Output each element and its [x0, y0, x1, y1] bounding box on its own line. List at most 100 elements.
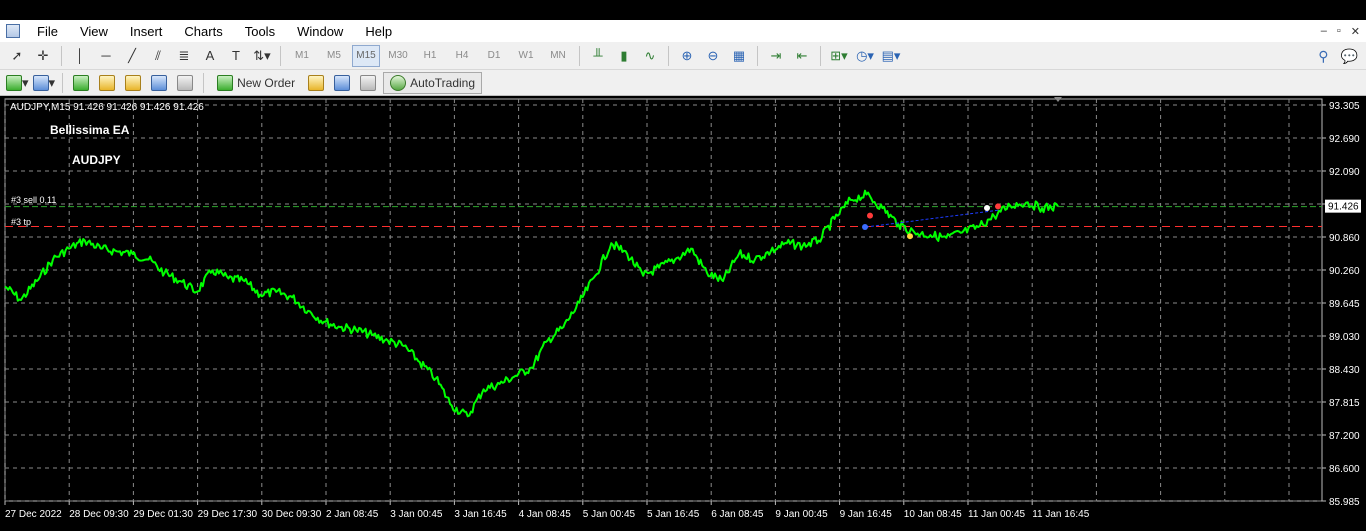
- x-tick-label: 9 Jan 16:45: [840, 509, 893, 520]
- auto-scroll-icon[interactable]: ⇥: [765, 45, 787, 67]
- crosshair-icon[interactable]: ✛: [32, 45, 54, 67]
- y-tick-label: 90.260: [1329, 266, 1360, 277]
- templates-dropdown-icon[interactable]: ▤▾: [880, 45, 902, 67]
- order-marker[interactable]: [984, 205, 990, 212]
- strategy-tester-icon[interactable]: [174, 72, 196, 94]
- chart-shift-icon[interactable]: ⇤: [791, 45, 813, 67]
- candlestick-icon[interactable]: ▮: [613, 45, 635, 67]
- toolbar-separator: [203, 72, 205, 93]
- menu-insert[interactable]: Insert: [119, 24, 174, 39]
- y-tick-label: 87.815: [1329, 398, 1360, 409]
- toolbar-separator: [820, 45, 821, 66]
- fibonacci-icon[interactable]: ≣: [173, 45, 195, 67]
- restore-button[interactable]: ▫: [1337, 25, 1341, 37]
- text-label-icon[interactable]: T: [225, 45, 247, 67]
- new-order-button[interactable]: New Order: [211, 72, 301, 94]
- y-tick-label: 88.430: [1329, 365, 1360, 376]
- x-tick-label: 2 Jan 08:45: [326, 509, 379, 520]
- x-tick-label: 27 Dec 2022: [5, 509, 62, 520]
- price-chart[interactable]: 93.30592.69092.09091.47590.86090.26089.6…: [0, 97, 1366, 526]
- market-watch-icon[interactable]: [70, 72, 92, 94]
- text-icon[interactable]: A: [199, 45, 221, 67]
- metaeditor-icon[interactable]: [305, 72, 327, 94]
- arrows-dropdown-icon[interactable]: ⇅▾: [251, 45, 273, 67]
- new-order-icon: [217, 74, 234, 91]
- period-h1[interactable]: H1: [416, 45, 444, 67]
- toolbar-right-icons: ⚲ 💬: [1318, 42, 1358, 70]
- close-marker[interactable]: [907, 233, 913, 240]
- signals-icon[interactable]: [331, 72, 353, 94]
- menu-bar: File View Insert Charts Tools Window Hel…: [0, 20, 1366, 42]
- horizontal-line-icon[interactable]: ─: [95, 45, 117, 67]
- cursor-arrow-icon[interactable]: ➚: [6, 45, 28, 67]
- period-m1[interactable]: M1: [288, 45, 316, 67]
- menu-tools[interactable]: Tools: [234, 24, 286, 39]
- x-tick-label: 5 Jan 16:45: [647, 509, 700, 520]
- navigator-icon[interactable]: [122, 72, 144, 94]
- toolbar-separator: [280, 45, 281, 66]
- indicators-dropdown-icon[interactable]: ⊞▾: [828, 45, 850, 67]
- x-tick-label: 30 Dec 09:30: [262, 509, 322, 520]
- app-icon: [6, 24, 20, 38]
- zoom-out-icon[interactable]: ⊖: [702, 45, 724, 67]
- menu-charts[interactable]: Charts: [173, 24, 233, 39]
- autotrading-robot-icon: [390, 74, 407, 91]
- toolbar-separator: [757, 45, 758, 66]
- order-label: #3 sell 0.11: [11, 195, 56, 205]
- x-tick-label: 29 Dec 01:30: [133, 509, 193, 520]
- period-m15[interactable]: M15: [352, 44, 380, 67]
- period-m30[interactable]: M30: [384, 45, 412, 67]
- terminal-icon[interactable]: [148, 72, 170, 94]
- vps-icon[interactable]: [357, 72, 379, 94]
- toolbar-trading: ▾ ▾ New Order AutoTrading: [0, 70, 1366, 96]
- period-d1[interactable]: D1: [480, 45, 508, 67]
- zoom-in-icon[interactable]: ⊕: [676, 45, 698, 67]
- vertical-line-icon[interactable]: │: [69, 45, 91, 67]
- periods-dropdown-icon[interactable]: ◷▾: [854, 45, 876, 67]
- bar-chart-icon[interactable]: ╨: [587, 45, 609, 67]
- tp-label: #3 tp: [11, 217, 31, 227]
- ea-symbol-label: AUDJPY: [72, 153, 121, 167]
- data-window-icon[interactable]: [96, 72, 118, 94]
- ea-name-label: Bellissima EA: [50, 123, 130, 137]
- autotrading-button[interactable]: AutoTrading: [383, 71, 483, 94]
- screen-top-bar: [0, 0, 1366, 20]
- y-tick-label: 87.200: [1329, 431, 1360, 442]
- menu-view[interactable]: View: [69, 24, 119, 39]
- period-m5[interactable]: M5: [320, 45, 348, 67]
- line-chart-icon[interactable]: ∿: [639, 45, 661, 67]
- x-tick-label: 6 Jan 08:45: [711, 509, 764, 520]
- period-w1[interactable]: W1: [512, 45, 540, 67]
- sell-marker[interactable]: [995, 203, 1001, 210]
- x-tick-label: 9 Jan 00:45: [775, 509, 828, 520]
- profiles-icon[interactable]: ▾: [32, 72, 55, 94]
- search-icon[interactable]: ⚲: [1318, 48, 1328, 65]
- menu-help[interactable]: Help: [354, 24, 403, 39]
- period-mn[interactable]: MN: [544, 45, 572, 67]
- chat-icon[interactable]: 💬: [1341, 48, 1358, 65]
- chart-window[interactable]: 93.30592.69092.09091.47590.86090.26089.6…: [0, 97, 1366, 526]
- x-tick-label: 11 Jan 00:45: [968, 509, 1026, 520]
- channel-icon[interactable]: ⫽: [147, 45, 169, 67]
- period-h4[interactable]: H4: [448, 45, 476, 67]
- minimize-button[interactable]: ‒: [1321, 25, 1327, 37]
- new-order-label: New Order: [237, 75, 296, 90]
- new-chart-icon[interactable]: ▾: [6, 72, 29, 94]
- window-controls: ‒ ▫ ✕: [1321, 20, 1360, 42]
- toolbar-separator: [579, 45, 580, 66]
- x-tick-label: 3 Jan 16:45: [454, 509, 507, 520]
- close-button[interactable]: ✕: [1351, 25, 1360, 38]
- buy-marker[interactable]: [862, 223, 868, 230]
- toolbar-standard: ➚ ✛ │ ─ ╱ ⫽ ≣ A T ⇅▾ M1 M5 M15 M30 H1 H4…: [0, 42, 1366, 70]
- y-tick-label: 89.030: [1329, 332, 1360, 343]
- menu-file[interactable]: File: [26, 24, 69, 39]
- x-tick-label: 3 Jan 00:45: [390, 509, 443, 520]
- trendline-icon[interactable]: ╱: [121, 45, 143, 67]
- menu-window[interactable]: Window: [286, 24, 354, 39]
- tile-windows-icon[interactable]: ▦: [728, 45, 750, 67]
- x-tick-label: 11 Jan 16:45: [1032, 509, 1090, 520]
- sell-marker[interactable]: [867, 212, 873, 219]
- y-tick-label: 92.690: [1329, 134, 1360, 145]
- x-tick-label: 5 Jan 00:45: [583, 509, 636, 520]
- toolbar-separator: [61, 45, 62, 66]
